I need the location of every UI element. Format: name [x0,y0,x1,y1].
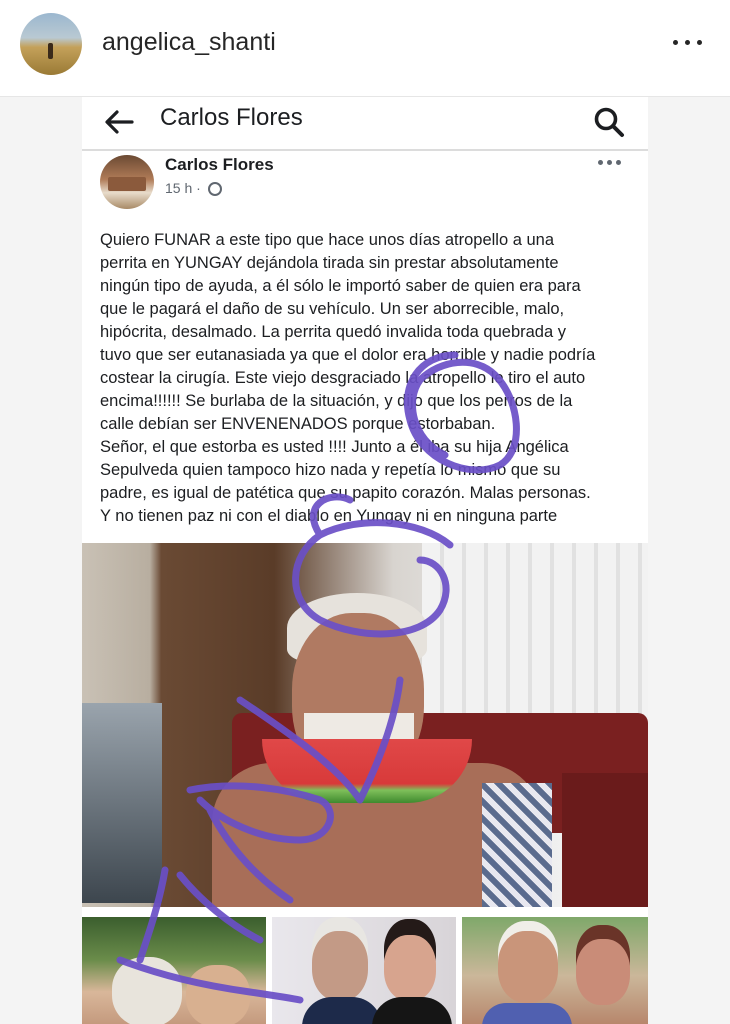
post-photo-thumbnail[interactable] [462,917,648,1024]
post-text-line: Señor, el que estorba es usted !!!! Junt… [100,438,569,456]
post-text-line: Y no tienen paz ni con el diablo en Yung… [100,507,558,525]
post-photo-thumbnail[interactable] [82,917,266,1024]
instagram-post-header: angelica_shanti [0,0,730,97]
search-icon[interactable] [592,105,626,139]
post-text-line: hipócrita, desalmado. La perrita quedó i… [100,323,566,341]
post-text-line: perrita en YUNGAY dejándola tirada sin p… [100,254,559,272]
post-text-line: que le pagará el daño de su vehículo. Un… [100,300,565,318]
post-photo-thumbnail[interactable] [272,917,456,1024]
post-text-line: tuvo que ser eutanasiada ya que el dolor… [100,346,596,364]
post-author-avatar[interactable] [100,155,154,209]
post-author-name[interactable]: Carlos Flores [165,155,274,175]
globe-icon [207,182,222,196]
post-text-line: calle debían ser ENVENENADOS porque esto… [100,415,496,433]
post-text-line: encima!!!!!! Se burlaba de la situación,… [100,392,573,410]
post-text-line: ningún tipo de ayuda, a él sólo le impor… [100,277,581,295]
post-options-icon[interactable] [598,157,624,167]
page-title: Carlos Flores [160,104,303,131]
post-main-photo[interactable] [82,543,648,907]
more-horizontal-icon[interactable] [668,22,708,62]
arrow-left-icon[interactable] [104,109,134,135]
post-text-line: Quiero FUNAR a este tipo que hace unos d… [100,231,555,249]
post-meta: 15 h · [165,180,222,196]
post-text-line: padre, es igual de patética que su papit… [100,484,591,502]
post-time[interactable]: 15 h · [165,180,201,196]
facebook-top-bar: Carlos Flores [82,97,648,151]
username[interactable]: angelica_shanti [102,28,276,57]
post-text-line: costear la cirugía. Este viejo desgracia… [100,369,586,387]
profile-avatar[interactable] [20,13,82,75]
post-text-line: Sepulveda quien tampoco hizo nada y repe… [100,461,561,479]
post-text: Quiero FUNAR a este tipo que hace unos d… [100,229,640,528]
shared-screenshot: Carlos Flores Carlos Flores 15 h · Quier… [0,97,730,1024]
